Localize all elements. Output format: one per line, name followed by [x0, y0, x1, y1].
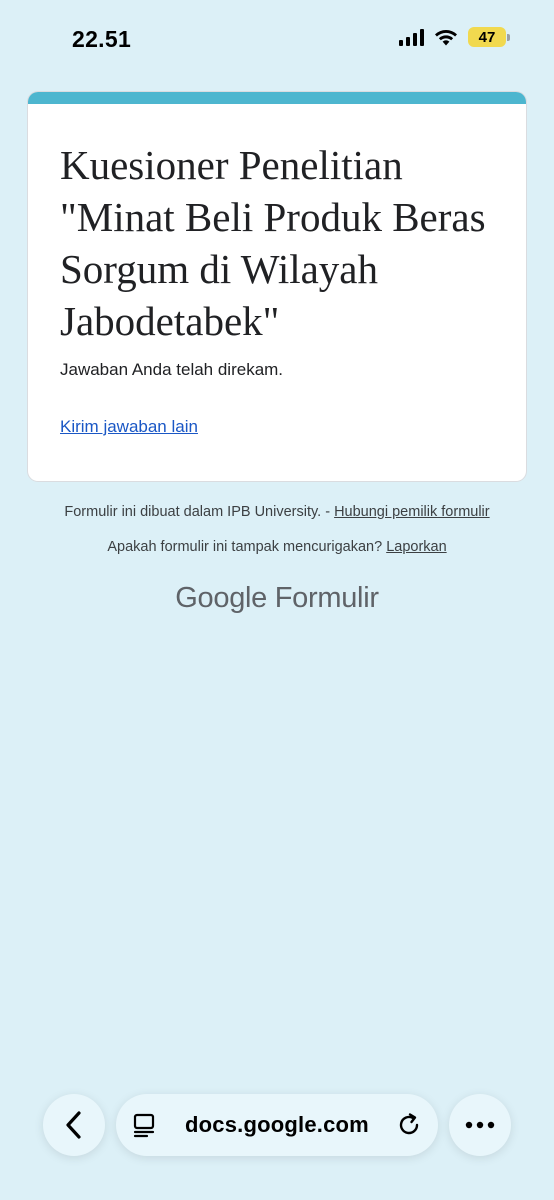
battery-icon: 47 [468, 27, 510, 47]
url-text[interactable]: docs.google.com [185, 1112, 369, 1138]
back-icon [63, 1110, 85, 1140]
brand-product: Formulir [274, 582, 379, 614]
brand-google: Google [175, 582, 267, 614]
report-link[interactable]: Laporkan [386, 539, 446, 555]
battery-level: 47 [478, 28, 496, 46]
submit-another-response-link[interactable]: Kirim jawaban lain [60, 417, 198, 437]
card-accent-bar [28, 92, 526, 104]
footer-report: Apakah formulir ini tampak mencurigakan?… [0, 539, 554, 555]
footer-suspicious-text: Apakah formulir ini tampak mencurigakan? [107, 539, 383, 555]
contact-owner-link[interactable]: Hubungi pemilik formulir [334, 504, 490, 520]
address-bar[interactable]: docs.google.com [116, 1094, 438, 1156]
page-menu-icon[interactable] [132, 1112, 158, 1138]
footer-created-in: Formulir ini dibuat dalam IPB University… [0, 504, 554, 520]
form-confirmation-card: Kuesioner Penelitian "Minat Beli Produk … [28, 92, 526, 481]
back-button[interactable] [43, 1094, 105, 1156]
cellular-signal-icon [399, 28, 424, 46]
form-title: Kuesioner Penelitian "Minat Beli Produk … [60, 142, 486, 344]
more-options-button[interactable] [449, 1094, 511, 1156]
response-recorded-message: Jawaban Anda telah direkam. [60, 360, 284, 379]
status-time: 22.51 [72, 26, 132, 52]
status-bar: 22.51 47 [0, 0, 554, 80]
reload-icon[interactable] [396, 1112, 422, 1138]
google-forms-logo[interactable]: Google Formulir [0, 582, 554, 615]
wifi-icon [434, 28, 458, 46]
status-icons: 47 [399, 27, 510, 47]
footer-created-in-text: Formulir ini dibuat dalam IPB University… [64, 504, 331, 520]
more-icon [465, 1121, 495, 1129]
